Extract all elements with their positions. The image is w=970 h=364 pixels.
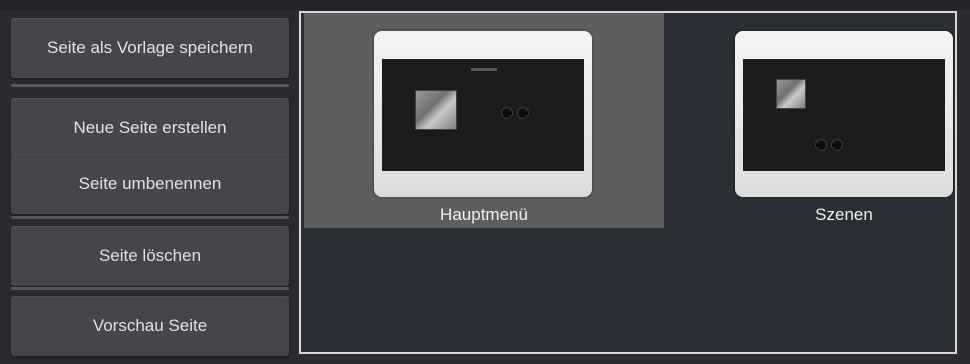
new-page-button[interactable]: Neue Seite erstellen (11, 98, 289, 158)
page-actions-panel: Seite als Vorlage speichern Neue Seite e… (0, 10, 298, 364)
page-tile-hauptmenu[interactable]: Hauptmenü (304, 13, 664, 228)
page-thumbnail (374, 31, 592, 197)
title-bar (0, 0, 970, 10)
thumbnail-dot (831, 139, 843, 151)
page-tile-szenen[interactable]: Szenen (664, 13, 954, 228)
page-manager-window: Seite als Vorlage speichern Neue Seite e… (0, 0, 970, 364)
thumbnail-screen (382, 59, 584, 171)
page-gallery: Hauptmenü Szenen (299, 11, 957, 354)
rename-page-button[interactable]: Seite umbenennen (11, 154, 289, 214)
thumbnail-image-icon (415, 90, 457, 130)
thumbnail-buttons (815, 139, 843, 151)
divider (11, 216, 289, 219)
page-tile-label: Hauptmenü (440, 205, 528, 224)
preview-page-button[interactable]: Vorschau Seite (11, 296, 289, 356)
thumbnail-dot (517, 107, 529, 119)
delete-page-button[interactable]: Seite löschen (11, 226, 289, 286)
thumbnail-dot (815, 139, 827, 151)
save-as-template-button[interactable]: Seite als Vorlage speichern (11, 18, 289, 78)
thumbnail-buttons (501, 107, 529, 119)
thumbnail-dot (501, 107, 513, 119)
thumbnail-image-icon (776, 79, 806, 109)
page-tile-label: Szenen (815, 205, 873, 224)
divider (11, 84, 289, 87)
page-thumbnail (735, 31, 953, 197)
divider (11, 287, 289, 290)
thumbnail-title-bar (471, 68, 497, 71)
thumbnail-screen (743, 59, 945, 171)
